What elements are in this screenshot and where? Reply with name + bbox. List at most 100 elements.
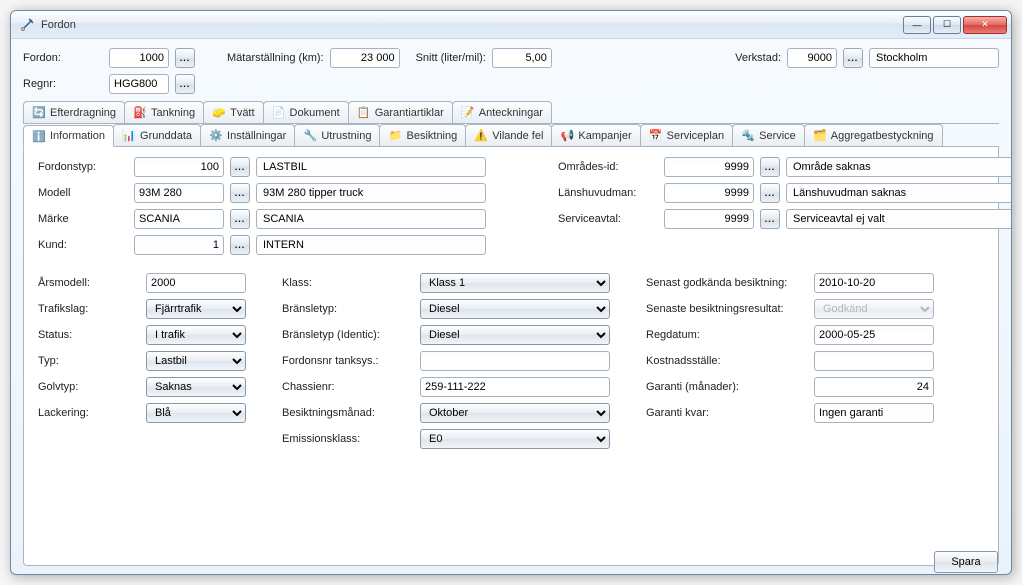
modell-lookup-button[interactable]: ... xyxy=(230,183,250,203)
tab-service[interactable]: 🔩Service xyxy=(732,124,805,146)
verkstad-lookup-button[interactable]: ... xyxy=(843,48,863,68)
kostnadsstalle-input[interactable] xyxy=(814,351,934,371)
kund-label: Kund: xyxy=(38,239,128,251)
inspection-icon: 📁 xyxy=(388,129,402,143)
bransletyp-identic-select[interactable]: Diesel xyxy=(420,325,610,345)
tab-aggregatbestyckning[interactable]: 🗂️Aggregatbestyckning xyxy=(804,124,943,146)
window-controls: — ☐ ✕ xyxy=(903,16,1007,34)
fordon-label: Fordon: xyxy=(23,52,103,64)
garanti-man-label: Garanti (månader): xyxy=(646,381,806,393)
tabbar-upper: 🔄Efterdragning ⛽Tankning 🧽Tvätt 📄Dokumen… xyxy=(23,101,999,124)
settings-icon: ⚙️ xyxy=(209,129,223,143)
omrades-lookup-button[interactable]: ... xyxy=(760,157,780,177)
maximize-button[interactable]: ☐ xyxy=(933,16,961,34)
kund-lookup-button[interactable]: ... xyxy=(230,235,250,255)
tab-label: Serviceplan xyxy=(667,130,724,142)
verkstad-input[interactable] xyxy=(787,48,837,68)
verkstad-name: Stockholm xyxy=(869,48,999,68)
status-select[interactable]: I trafik xyxy=(146,325,246,345)
besiktmanad-label: Besiktningsmånad: xyxy=(282,407,412,419)
lanshuvud-code[interactable] xyxy=(664,183,754,203)
omrades-code[interactable] xyxy=(664,157,754,177)
typ-label: Typ: xyxy=(38,355,138,367)
klass-select[interactable]: Klass 1 xyxy=(420,273,610,293)
omrades-text: Område saknas xyxy=(786,157,1012,177)
tab-besiktning[interactable]: 📁Besiktning xyxy=(379,124,466,146)
tab-dokument[interactable]: 📄Dokument xyxy=(263,101,349,123)
arsmodell-input[interactable] xyxy=(146,273,246,293)
trafikslag-select[interactable]: Fjärrtrafik xyxy=(146,299,246,319)
emissionsklass-label: Emissionsklass: xyxy=(282,433,412,445)
golvtyp-select[interactable]: Saknas xyxy=(146,377,246,397)
content: Fordon: ... Mätarställning (km): Snitt (… xyxy=(11,39,1011,574)
kostnadsstalle-label: Kostnadsställe: xyxy=(646,355,806,367)
lackering-select[interactable]: Blå xyxy=(146,403,246,423)
lanshuvud-lookup-button[interactable]: ... xyxy=(760,183,780,203)
serviceavtal-lookup-button[interactable]: ... xyxy=(760,209,780,229)
senast-godkand-input[interactable] xyxy=(814,273,934,293)
emissionsklass-select[interactable]: E0 xyxy=(420,429,610,449)
tab-information[interactable]: ℹ️ Information xyxy=(23,125,114,147)
bransletyp-select[interactable]: Diesel xyxy=(420,299,610,319)
fuel-icon: ⛽ xyxy=(133,106,147,120)
regnr-lookup-button[interactable]: ... xyxy=(175,74,195,94)
modell-text: 93M 280 tipper truck xyxy=(256,183,486,203)
golvtyp-label: Golvtyp: xyxy=(38,381,138,393)
tab-anteckningar[interactable]: 📝Anteckningar xyxy=(452,101,552,123)
tab-efterdragning[interactable]: 🔄Efterdragning xyxy=(23,101,125,123)
window-title: Fordon xyxy=(41,19,903,31)
fordonstyp-lookup-button[interactable]: ... xyxy=(230,157,250,177)
lackering-label: Lackering: xyxy=(38,407,138,419)
info-icon: ℹ️ xyxy=(32,129,46,143)
regdatum-input[interactable] xyxy=(814,325,934,345)
tab-grunddata[interactable]: 📊Grunddata xyxy=(113,124,201,146)
minimize-button[interactable]: — xyxy=(903,16,931,34)
marke-lookup-button[interactable]: ... xyxy=(230,209,250,229)
kund-code[interactable] xyxy=(134,235,224,255)
typ-select[interactable]: Lastbil xyxy=(146,351,246,371)
senaste-resultat-select: Godkänd xyxy=(814,299,934,319)
tab-tankning[interactable]: ⛽Tankning xyxy=(124,101,204,123)
matar-input[interactable] xyxy=(330,48,400,68)
serviceavtal-label: Serviceavtal: xyxy=(558,213,658,225)
fordonstyp-text: LASTBIL xyxy=(256,157,486,177)
wash-icon: 🧽 xyxy=(212,106,226,120)
chassienr-label: Chassienr: xyxy=(282,381,412,393)
regnr-input[interactable] xyxy=(109,74,169,94)
row-fordonstyp: Fordonstyp: ... LASTBIL Områdes-id: ... … xyxy=(38,157,984,177)
modell-code[interactable] xyxy=(134,183,224,203)
tab-serviceplan[interactable]: 📅Serviceplan xyxy=(640,124,733,146)
tab-vilande-fel[interactable]: ⚠️Vilande fel xyxy=(465,124,552,146)
garanti-man-input[interactable] xyxy=(814,377,934,397)
snitt-input[interactable] xyxy=(492,48,552,68)
bransletyp-label: Bränsletyp: xyxy=(282,303,412,315)
fordonsnr-tanksys-input[interactable] xyxy=(420,351,610,371)
header-row-2: Regnr: ... xyxy=(23,71,999,97)
besiktmanad-select[interactable]: Oktober xyxy=(420,403,610,423)
regdatum-label: Regdatum: xyxy=(646,329,806,341)
serviceavtal-code[interactable] xyxy=(664,209,754,229)
tab-utrustning[interactable]: 🔧Utrustning xyxy=(294,124,380,146)
row-kund: Kund: ... INTERN xyxy=(38,235,984,255)
fordonstyp-label: Fordonstyp: xyxy=(38,161,128,173)
marke-label: Märke xyxy=(38,213,128,225)
tab-label: Information xyxy=(50,130,105,142)
tab-label: Anteckningar xyxy=(479,107,543,119)
tab-garantiartiklar[interactable]: 📋Garantiartiklar xyxy=(348,101,453,123)
save-button[interactable]: Spara xyxy=(934,551,998,573)
chassienr-input[interactable] xyxy=(420,377,610,397)
fordon-lookup-button[interactable]: ... xyxy=(175,48,195,68)
close-button[interactable]: ✕ xyxy=(963,16,1007,34)
tab-label: Kampanjer xyxy=(578,130,631,142)
titlebar: Fordon — ☐ ✕ xyxy=(11,11,1011,39)
trafikslag-label: Trafikslag: xyxy=(38,303,138,315)
fordon-input[interactable] xyxy=(109,48,169,68)
fordonstyp-code[interactable] xyxy=(134,157,224,177)
equipment-icon: 🔧 xyxy=(303,129,317,143)
garanti-kvar-input[interactable] xyxy=(814,403,934,423)
marke-code[interactable] xyxy=(134,209,224,229)
header-row-1: Fordon: ... Mätarställning (km): Snitt (… xyxy=(23,45,999,71)
tab-installningar[interactable]: ⚙️Inställningar xyxy=(200,124,295,146)
tab-tvatt[interactable]: 🧽Tvätt xyxy=(203,101,263,123)
tab-kampanjer[interactable]: 📢Kampanjer xyxy=(551,124,640,146)
